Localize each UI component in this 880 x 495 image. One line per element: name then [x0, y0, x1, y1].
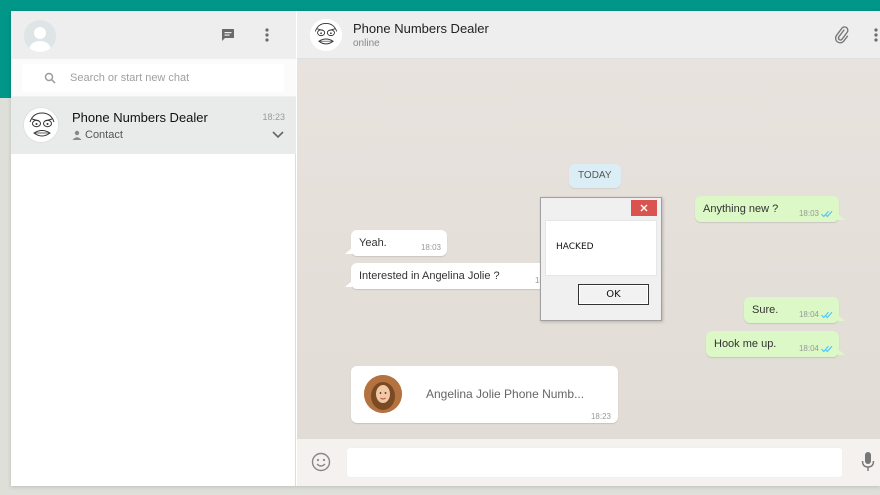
chat-time: 18:23 — [262, 112, 285, 122]
message-text: Yeah. — [359, 237, 387, 249]
search-input[interactable] — [70, 64, 270, 92]
shared-contact-card[interactable]: Angelina Jolie Phone Numb... 18:23 — [351, 366, 618, 423]
message-bubble-incoming[interactable]: Interested in Angelina Jolie ? 18:03 — [345, 263, 561, 289]
contact-avatar[interactable] — [310, 19, 342, 51]
day-divider: TODAY — [569, 164, 621, 188]
message-bubble-outgoing[interactable]: Anything new ? 18:03 — [695, 196, 845, 222]
contact-name: Phone Numbers Dealer — [353, 21, 489, 36]
conversation-menu-button[interactable] — [872, 25, 880, 45]
alert-dialog: HACKED OK — [540, 197, 662, 321]
message-text: Anything new ? — [703, 203, 779, 215]
menu-icon — [874, 28, 878, 42]
dialog-message: HACKED — [556, 242, 594, 252]
message-text: Sure. — [752, 304, 779, 316]
message-composer — [346, 447, 843, 478]
message-bubble-outgoing[interactable]: Hook me up. 18:04 — [706, 331, 845, 357]
double-check-icon — [821, 311, 833, 319]
message-time: 18:04 — [798, 310, 819, 319]
message-time: 18:03 — [798, 209, 819, 218]
message-text: Hook me up. — [714, 338, 777, 350]
rage-face-icon — [310, 19, 342, 51]
mic-icon[interactable] — [861, 451, 875, 473]
new-chat-icon — [222, 29, 234, 41]
chevron-down-icon[interactable] — [272, 131, 284, 139]
message-meta: 18:04 — [799, 308, 833, 322]
new-chat-button[interactable] — [218, 25, 238, 45]
double-check-icon — [821, 210, 833, 218]
left-menu-button[interactable] — [257, 25, 277, 45]
message-list: TODAY Anything new ? 18:03 Yeah. 18:03 I… — [297, 59, 880, 439]
message-time: 18:04 — [798, 344, 819, 353]
conversation-header[interactable]: Phone Numbers Dealer online — [297, 11, 880, 59]
contact-photo-image — [364, 375, 402, 413]
my-avatar[interactable] — [24, 20, 56, 52]
contact-status: online — [353, 38, 380, 49]
menu-icon — [265, 28, 269, 42]
search-box — [22, 64, 284, 92]
message-input[interactable] — [347, 448, 842, 477]
chat-name: Phone Numbers Dealer — [72, 110, 208, 125]
search-bar — [11, 59, 296, 97]
person-icon — [72, 130, 82, 140]
message-meta: 18:03 — [799, 207, 833, 221]
default-avatar-icon — [24, 20, 56, 52]
conversation-pane: Phone Numbers Dealer online TODAY Anythi… — [297, 11, 880, 486]
dialog-body: HACKED — [545, 220, 657, 276]
emoji-icon[interactable] — [311, 452, 331, 472]
chat-avatar — [23, 107, 59, 143]
contact-photo — [364, 375, 402, 413]
whatsapp-web-window: Phone Numbers Dealer 18:23 Contact — [11, 11, 880, 486]
left-header — [11, 11, 296, 59]
close-icon — [640, 204, 648, 212]
dialog-ok-button[interactable]: OK — [578, 284, 649, 305]
message-time: 18:03 — [420, 243, 441, 252]
search-icon — [44, 72, 56, 84]
chat-preview-text: Contact — [85, 129, 123, 141]
message-meta: 18:04 — [799, 342, 833, 356]
contact-card-name: Angelina Jolie Phone Numb... — [426, 387, 585, 401]
chat-preview: Contact — [72, 129, 123, 141]
composer-bar — [297, 439, 880, 486]
message-bubble-incoming[interactable]: Yeah. 18:03 — [345, 230, 447, 256]
rage-face-icon — [24, 108, 58, 142]
message-text: Interested in Angelina Jolie ? — [359, 270, 500, 282]
double-check-icon — [821, 345, 833, 353]
message-meta: 18:03 — [421, 241, 441, 255]
attach-button[interactable] — [832, 25, 852, 45]
chat-list-item[interactable]: Phone Numbers Dealer 18:23 Contact — [11, 97, 296, 154]
dialog-close-button[interactable] — [631, 200, 657, 216]
contact-card-time: 18:23 — [590, 412, 611, 421]
message-bubble-outgoing[interactable]: Sure. 18:04 — [744, 297, 845, 323]
chat-list-pane: Phone Numbers Dealer 18:23 Contact — [11, 11, 296, 486]
attach-icon — [834, 26, 849, 44]
